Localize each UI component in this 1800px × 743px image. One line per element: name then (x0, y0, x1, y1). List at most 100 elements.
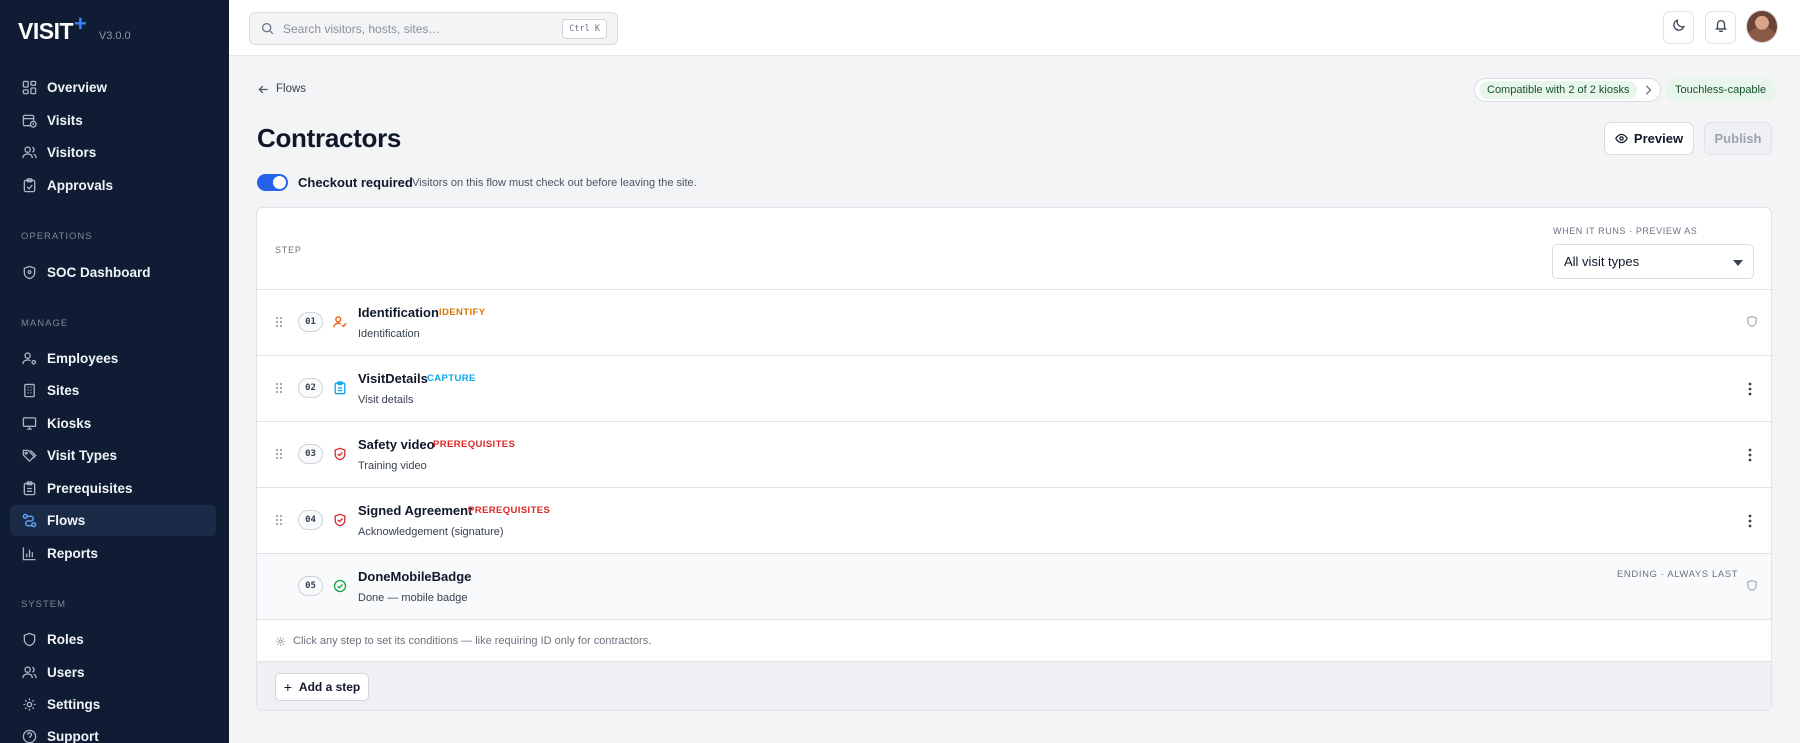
grid-icon (21, 80, 37, 96)
more-vertical-icon[interactable] (1741, 511, 1759, 531)
section-operations: OPERATIONS (21, 231, 93, 242)
sidebar-item-users[interactable]: Users (10, 657, 216, 688)
sidebar-item-sites[interactable]: Sites (10, 375, 216, 406)
building-icon (21, 383, 37, 399)
sidebar-item-label: Prerequisites (47, 481, 133, 496)
sidebar-item-visit-types[interactable]: Visit Types (10, 440, 216, 471)
sidebar-item-label: SOC Dashboard (47, 265, 151, 280)
steps-footer: + Add a step (257, 661, 1771, 710)
sidebar-item-visits[interactable]: Visits (10, 105, 216, 136)
calendar-clock-icon (21, 113, 37, 129)
sidebar-item-roles[interactable]: Roles (10, 624, 216, 655)
sidebar-item-label: Users (47, 665, 85, 680)
sidebar-item-label: Flows (47, 513, 86, 528)
add-step-button[interactable]: + Add a step (275, 673, 369, 701)
sidebar-item-support[interactable]: Support (10, 721, 216, 743)
sidebar-item-label: Overview (47, 80, 108, 95)
brand[interactable]: VISIT + V3.0.0 (18, 11, 131, 45)
kiosk-compatibility-chip[interactable]: Compatible with 2 of 2 kiosks (1474, 78, 1662, 102)
checkout-required-description: Visitors on this flow must check out bef… (412, 177, 697, 189)
chevron-right-icon (1644, 85, 1652, 95)
step-type-tag: PREREQUISITES (468, 505, 551, 516)
user-check-icon (333, 315, 347, 329)
workflow-icon (21, 513, 37, 529)
step-name: Identification (358, 305, 439, 320)
drag-handle-icon[interactable] (275, 448, 283, 460)
preview-as-select[interactable]: All visit types (1552, 244, 1754, 279)
sidebar-item-label: Employees (47, 351, 119, 366)
notifications-button[interactable] (1705, 11, 1736, 44)
flow-steps-panel: STEP WHEN IT RUNS · PREVIEW AS All visit… (256, 207, 1772, 711)
step-name: DoneMobileBadge (358, 569, 472, 584)
gear-icon (275, 636, 286, 647)
sidebar-item-prerequisites[interactable]: Prerequisites (10, 473, 216, 504)
sidebar-item-label: Roles (47, 632, 84, 647)
step-subtitle: Identification (358, 328, 420, 340)
steps-table-header: STEP WHEN IT RUNS · PREVIEW AS All visit… (257, 208, 1771, 290)
locked-shield-icon (1746, 315, 1758, 328)
step-subtitle: Visit details (358, 394, 414, 406)
caret-down-icon (1733, 260, 1743, 266)
step-row-visitdetails[interactable]: 02 VisitDetails CAPTURE Visit details (257, 356, 1771, 422)
clipboard-list-icon (21, 481, 37, 497)
step-number: 05 (298, 576, 323, 596)
sidebar-item-overview[interactable]: Overview (10, 72, 216, 103)
search-box[interactable]: Ctrl K (249, 12, 618, 45)
back-to-flows-link[interactable]: Flows (258, 83, 306, 95)
user-avatar[interactable] (1746, 10, 1778, 43)
drag-handle-icon[interactable] (275, 514, 283, 526)
users-icon (21, 145, 37, 161)
arrow-left-icon (258, 84, 269, 95)
step-row-safety-video[interactable]: 03 Safety video PREREQUISITES Training v… (257, 422, 1771, 488)
help-circle-icon (21, 729, 37, 743)
bar-chart-icon (21, 546, 37, 562)
conditions-hint: Click any step to set its conditions — l… (275, 635, 651, 647)
conditions-hint-text: Click any step to set its conditions — l… (293, 635, 652, 647)
step-row-identification[interactable]: 01 Identification IDENTIFY Identificatio… (257, 290, 1771, 356)
eye-icon (1615, 132, 1628, 145)
sidebar-item-soc-dashboard[interactable]: SOC Dashboard (10, 257, 216, 288)
publish-button[interactable]: Publish (1704, 122, 1772, 155)
touchless-badge: Touchless-capable (1665, 78, 1777, 102)
sidebar-item-label: Support (47, 729, 99, 743)
preview-button-label: Preview (1633, 131, 1684, 146)
plus-icon: + (283, 679, 292, 695)
more-vertical-icon[interactable] (1741, 445, 1759, 465)
drag-handle-icon[interactable] (275, 382, 283, 394)
monitor-icon (21, 416, 37, 432)
step-row-donemobilebadge[interactable]: 05 DoneMobileBadge Done — mobile badge E… (257, 554, 1771, 620)
sidebar-item-flows[interactable]: Flows (10, 505, 216, 536)
page-title: Contractors (257, 123, 402, 153)
step-subtitle: Done — mobile badge (358, 592, 468, 604)
shield-check-icon (21, 632, 37, 648)
sidebar-item-label: Reports (47, 546, 99, 561)
sidebar-item-visitors[interactable]: Visitors (10, 137, 216, 168)
sidebar-item-reports[interactable]: Reports (10, 538, 216, 569)
step-number: 02 (298, 378, 323, 398)
preview-as-value: All visit types (1564, 254, 1640, 269)
step-name: Signed Agreement (358, 503, 473, 518)
sidebar: VISIT + V3.0.0 Overview Visits Visitors … (0, 0, 229, 743)
step-type-tag: PREREQUISITES (433, 439, 516, 450)
back-link-label: Flows (276, 83, 307, 95)
search-input[interactable] (283, 21, 553, 36)
sidebar-item-employees[interactable]: Employees (10, 343, 216, 374)
bell-icon (1714, 18, 1728, 37)
more-vertical-icon[interactable] (1741, 379, 1759, 399)
search-icon (261, 22, 274, 35)
check-circle-icon (333, 579, 347, 593)
checkout-required-toggle[interactable] (257, 174, 288, 191)
sidebar-item-approvals[interactable]: Approvals (10, 170, 216, 201)
sidebar-item-kiosks[interactable]: Kiosks (10, 408, 216, 439)
drag-handle-icon[interactable] (275, 316, 283, 328)
preview-button[interactable]: Preview (1604, 122, 1694, 155)
theme-toggle-button[interactable] (1663, 11, 1694, 44)
step-row-signed-agreement[interactable]: 04 Signed Agreement PREREQUISITES Acknow… (257, 488, 1771, 554)
sidebar-item-settings[interactable]: Settings (10, 689, 216, 720)
shield-check-icon (333, 513, 347, 527)
column-header-step: STEP (275, 245, 302, 255)
step-number: 03 (298, 444, 323, 464)
app-version: V3.0.0 (98, 30, 131, 42)
step-name: Safety video (358, 437, 435, 452)
sidebar-item-label: Settings (47, 697, 101, 712)
